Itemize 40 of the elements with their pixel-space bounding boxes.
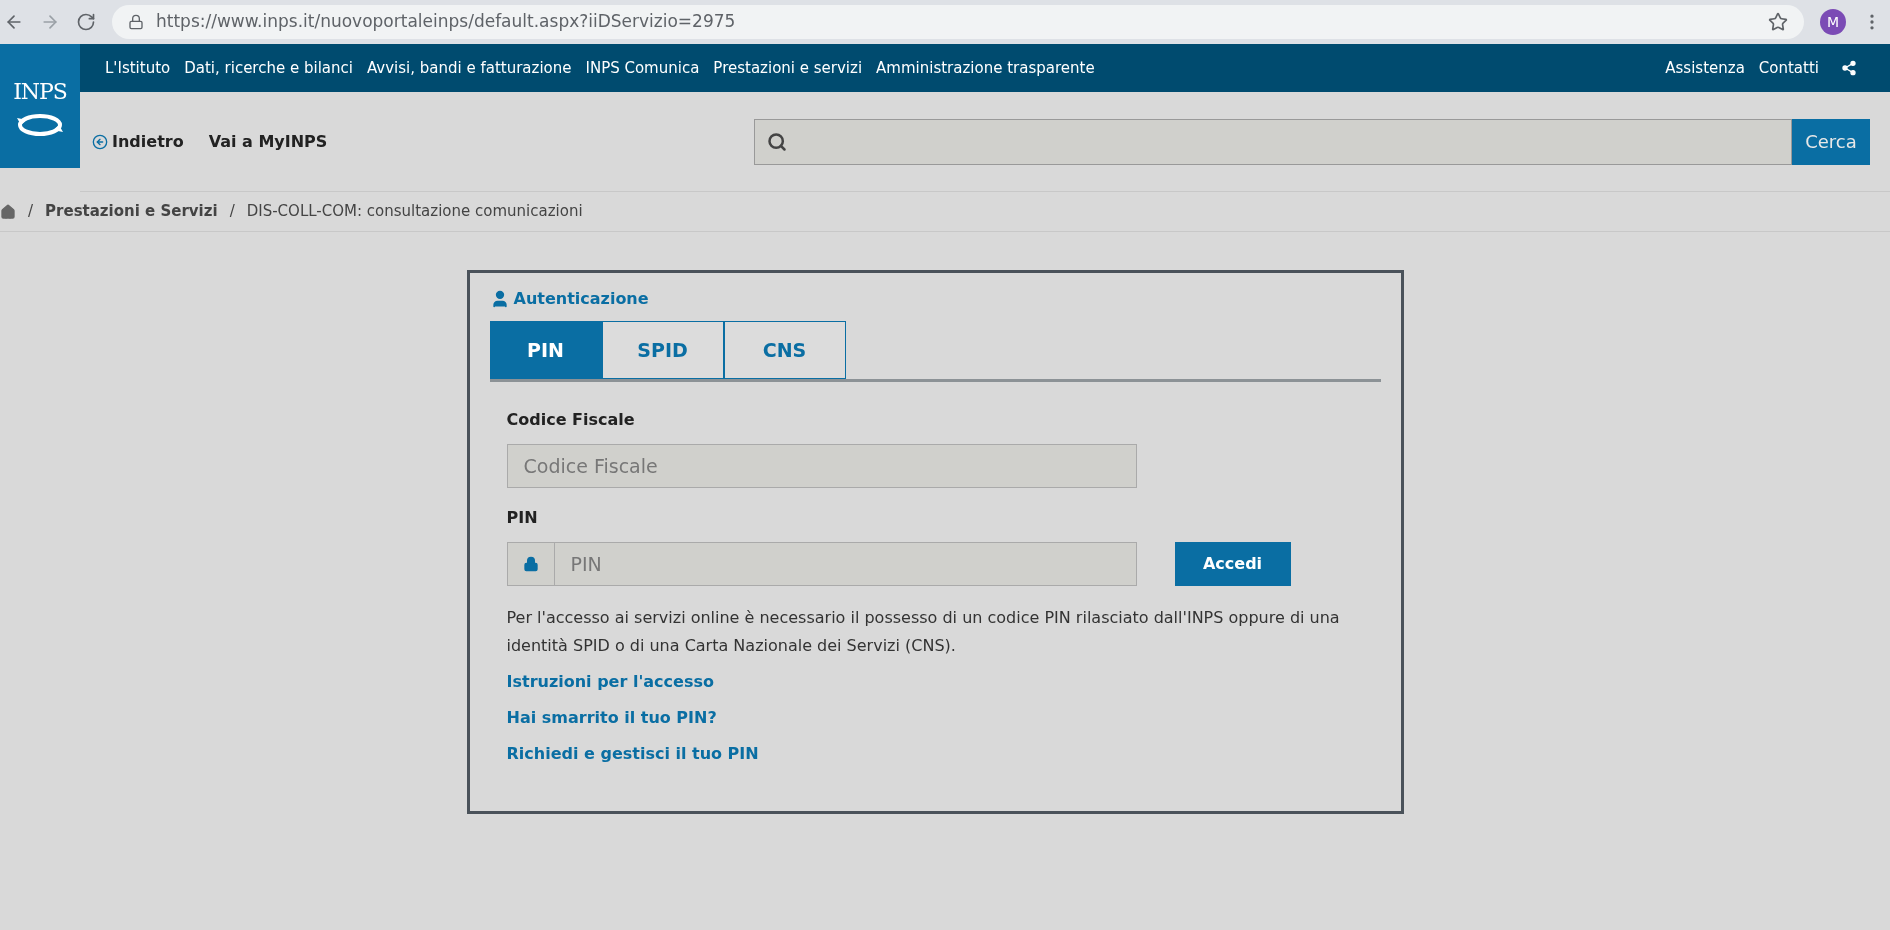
- nav-link[interactable]: Amministrazione trasparente: [876, 56, 1095, 80]
- nav-link[interactable]: Contatti: [1758, 56, 1819, 80]
- nav-link[interactable]: Assistenza: [1665, 56, 1745, 80]
- help-link[interactable]: Richiedi e gestisci il tuo PIN: [506, 742, 759, 766]
- field-label: PIN: [506, 507, 539, 529]
- search-icon: [767, 131, 787, 152]
- login-button[interactable]: Accedi: [1174, 542, 1291, 586]
- field-label: Codice Fiscale: [506, 409, 636, 431]
- fiscal-code-input[interactable]: Codice Fiscale: [506, 444, 1137, 488]
- address-bar[interactable]: https://www.inps.it/nuovoportaleinps/default.aspx?iiDServizio=2975: [112, 5, 1804, 39]
- pin-input[interactable]: PIN: [554, 542, 1137, 586]
- lock-icon: [522, 556, 539, 572]
- card-title: Autenticazione: [513, 288, 649, 310]
- info-text: Per l'accesso ai servizi online è necessario il possesso di un codice PIN rilasciato dall'INPS oppure di una identità SPID o di una Carta Nazionale dei Servizi (CNS).: [506, 607, 1341, 657]
- reload-icon[interactable]: [76, 12, 96, 32]
- nav-link[interactable]: L'Istituto: [105, 56, 171, 80]
- share-icon[interactable]: [1841, 60, 1857, 76]
- login-tab[interactable]: PIN: [489, 321, 602, 379]
- home-icon[interactable]: [0, 203, 16, 220]
- help-link[interactable]: Hai smarrito il tuo PIN?: [506, 706, 717, 730]
- nav-link[interactable]: INPS Comunica: [585, 56, 700, 80]
- myinps-link[interactable]: Vai a MyINPS: [208, 129, 328, 154]
- nav-link[interactable]: Prestazioni e servizi: [713, 56, 863, 80]
- inps-logo[interactable]: INPS: [0, 44, 80, 168]
- profile-avatar[interactable]: M: [1820, 9, 1846, 35]
- search-button[interactable]: Cerca: [1792, 118, 1870, 165]
- url-text: https://www.inps.it/nuovoportaleinps/default.aspx?iiDServizio=2975: [156, 10, 737, 34]
- lock-icon: [128, 14, 144, 30]
- login-tab[interactable]: SPID: [601, 321, 724, 379]
- nav-link[interactable]: Dati, ricerche e bilanci: [184, 56, 353, 80]
- breadcrumb-separator: /: [229, 201, 235, 223]
- back-link[interactable]: Indietro: [92, 129, 184, 154]
- search-field[interactable]: [754, 118, 1792, 165]
- breadcrumb-separator: /: [28, 201, 34, 223]
- nav-link[interactable]: Avvisi, bandi e fatturazione: [366, 56, 572, 80]
- bookmark-star-icon[interactable]: [1768, 12, 1788, 32]
- breadcrumb-current: DIS-COLL-COM: consultazione comunicazioni: [246, 201, 583, 223]
- help-link[interactable]: Istruzioni per l'accesso: [506, 670, 714, 694]
- breadcrumb-link[interactable]: Prestazioni e Servizi: [45, 200, 218, 223]
- login-tab[interactable]: CNS: [723, 321, 846, 379]
